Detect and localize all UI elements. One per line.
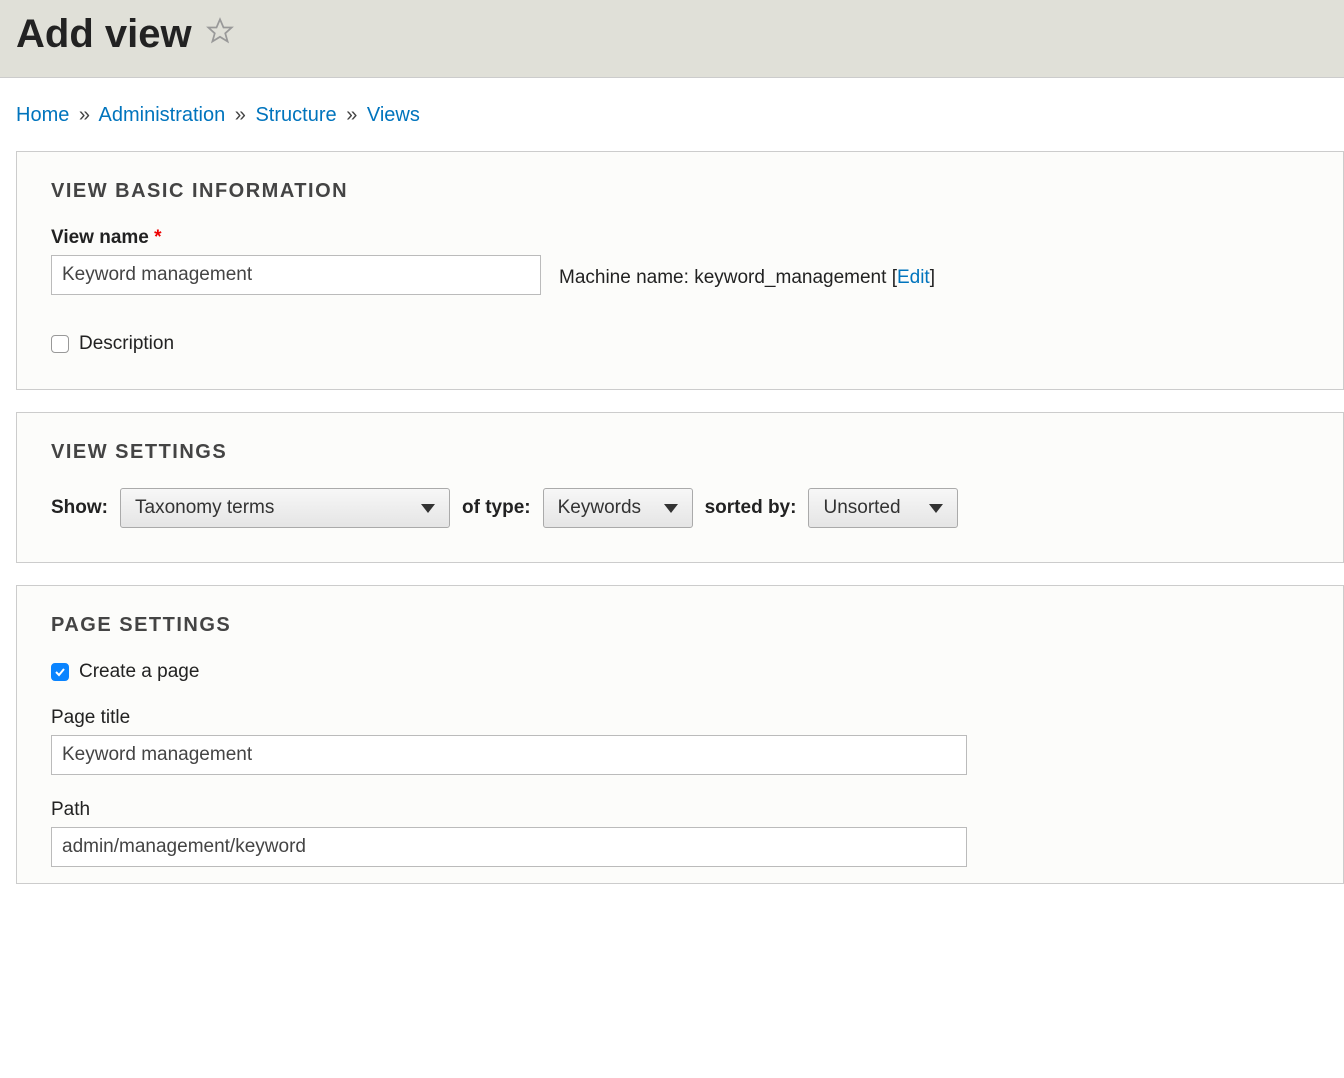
panel-view-settings: VIEW SETTINGS Show: Taxonomy terms of ty… bbox=[16, 412, 1344, 563]
view-name-label-text: View name bbox=[51, 227, 149, 248]
of-type-label: of type: bbox=[462, 497, 531, 519]
machine-name-value: keyword_management bbox=[694, 267, 886, 288]
breadcrumb: Home » Administration » Structure » View… bbox=[0, 78, 1344, 151]
machine-name-edit-link[interactable]: Edit bbox=[897, 267, 930, 288]
page-title-label: Page title bbox=[51, 707, 1309, 729]
panel-title-settings: VIEW SETTINGS bbox=[51, 441, 1309, 464]
breadcrumb-home[interactable]: Home bbox=[16, 104, 69, 126]
machine-name-label: Machine name: bbox=[559, 267, 689, 288]
breadcrumb-views[interactable]: Views bbox=[367, 104, 420, 126]
create-page-checkbox-label: Create a page bbox=[79, 661, 199, 683]
sorted-by-label: sorted by: bbox=[705, 497, 797, 519]
breadcrumb-separator: » bbox=[346, 104, 357, 126]
chevron-down-icon bbox=[929, 504, 943, 513]
breadcrumb-administration[interactable]: Administration bbox=[99, 104, 226, 126]
show-select[interactable]: Taxonomy terms bbox=[120, 488, 450, 528]
path-input[interactable] bbox=[51, 827, 967, 867]
view-name-label: View name * bbox=[51, 227, 1309, 249]
of-type-select-value: Keywords bbox=[558, 497, 641, 519]
show-label: Show: bbox=[51, 497, 108, 519]
page-title: Add view bbox=[16, 12, 192, 57]
view-name-input[interactable] bbox=[51, 255, 541, 295]
create-page-checkbox[interactable] bbox=[51, 663, 69, 681]
panel-title-page: PAGE SETTINGS bbox=[51, 614, 1309, 637]
of-type-select[interactable]: Keywords bbox=[543, 488, 693, 528]
path-label: Path bbox=[51, 799, 1309, 821]
sorted-by-select[interactable]: Unsorted bbox=[808, 488, 958, 528]
panel-basic-information: VIEW BASIC INFORMATION View name * Machi… bbox=[16, 151, 1344, 390]
show-select-value: Taxonomy terms bbox=[135, 497, 274, 519]
page-title-input[interactable] bbox=[51, 735, 967, 775]
description-checkbox[interactable] bbox=[51, 335, 69, 353]
machine-name-display: Machine name: keyword_management [Edit] bbox=[559, 267, 935, 289]
breadcrumb-separator: » bbox=[235, 104, 246, 126]
chevron-down-icon bbox=[421, 504, 435, 513]
chevron-down-icon bbox=[664, 504, 678, 513]
breadcrumb-structure[interactable]: Structure bbox=[255, 104, 336, 126]
favorite-star-icon[interactable] bbox=[206, 17, 234, 53]
panel-title-basic: VIEW BASIC INFORMATION bbox=[51, 180, 1309, 203]
page-header: Add view bbox=[0, 0, 1344, 78]
required-indicator: * bbox=[154, 227, 161, 248]
sorted-by-select-value: Unsorted bbox=[823, 497, 900, 519]
description-checkbox-label: Description bbox=[79, 333, 174, 355]
panel-page-settings: PAGE SETTINGS Create a page Page title P… bbox=[16, 585, 1344, 884]
breadcrumb-separator: » bbox=[79, 104, 90, 126]
